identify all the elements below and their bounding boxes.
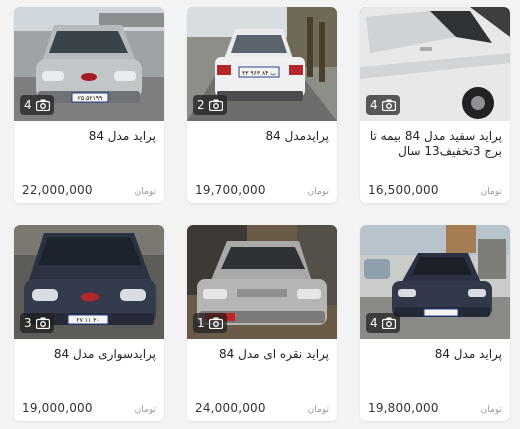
- listing-title[interactable]: پراید نقره ای مدل 84: [193, 347, 329, 362]
- photo-count-badge: 4: [366, 95, 400, 115]
- photo-count: 4: [370, 316, 378, 330]
- listing-card[interactable]: ۳۳ ۹۶۳ ب ۸۴ 2 پرایدمدل 84 19,700,000 توم…: [187, 7, 337, 203]
- listing-card[interactable]: ۲۷ ۱۱ ۳۰ 3 پرایدسواری مدل 84 19,000,000 …: [14, 225, 164, 421]
- listing-price: 19,000,000: [22, 401, 93, 415]
- photo-count-badge: 2: [193, 95, 227, 115]
- photo-count-badge: 1: [193, 313, 227, 333]
- photo-count: 3: [24, 316, 32, 330]
- listing-title[interactable]: پراید مدل 84: [366, 347, 502, 362]
- photo-count-badge: 4: [366, 313, 400, 333]
- listing-card[interactable]: ۲۵ ۵۲۱۹۹ 4 پراید مدل 84 22,000,000 تومان: [14, 7, 164, 203]
- listing-price: 19,800,000: [368, 401, 439, 415]
- camera-icon: [208, 99, 223, 111]
- photo-count: 2: [197, 98, 205, 112]
- photo-count: 4: [24, 98, 32, 112]
- currency-label: تومان: [307, 187, 329, 197]
- listing-photo[interactable]: 4: [360, 225, 510, 339]
- listing-title[interactable]: پراید مدل 84: [20, 129, 156, 144]
- camera-icon: [381, 317, 396, 329]
- price-row: 16,500,000 تومان: [368, 183, 502, 197]
- camera-icon: [35, 99, 50, 111]
- currency-label: تومان: [480, 405, 502, 415]
- listing-photo[interactable]: ۲۵ ۵۲۱۹۹ 4: [14, 7, 164, 121]
- currency-label: تومان: [307, 405, 329, 415]
- photo-count-badge: 4: [20, 95, 54, 115]
- camera-icon: [35, 317, 50, 329]
- listing-photo[interactable]: 1: [187, 225, 337, 339]
- price-row: 19,000,000 تومان: [22, 401, 156, 415]
- listing-grid: ۲۵ ۵۲۱۹۹ 4 پراید مدل 84 22,000,000 تومان: [0, 0, 520, 429]
- currency-label: تومان: [134, 187, 156, 197]
- price-row: 19,800,000 تومان: [368, 401, 502, 415]
- camera-icon: [208, 317, 223, 329]
- listing-card[interactable]: 1 پراید نقره ای مدل 84 24,000,000 تومان: [187, 225, 337, 421]
- currency-label: تومان: [480, 187, 502, 197]
- listing-photo[interactable]: ۲۷ ۱۱ ۳۰ 3: [14, 225, 164, 339]
- listing-card[interactable]: 4 پراید مدل 84 19,800,000 تومان: [360, 225, 510, 421]
- photo-count: 4: [370, 98, 378, 112]
- listing-title[interactable]: پرایدمدل 84: [193, 129, 329, 144]
- listing-card[interactable]: 4 پراید سفید مدل 84 بیمه تا برج 3تخفیف13…: [360, 7, 510, 203]
- camera-icon: [381, 99, 396, 111]
- plate-text: ۳۳ ۹۶۳ ب ۸۴: [242, 70, 276, 77]
- price-row: 22,000,000 تومان: [22, 183, 156, 197]
- listing-photo[interactable]: 4: [360, 7, 510, 121]
- listing-title[interactable]: پراید سفید مدل 84 بیمه تا برج 3تخفیف13 س…: [366, 129, 502, 159]
- listing-photo[interactable]: ۳۳ ۹۶۳ ب ۸۴ 2: [187, 7, 337, 121]
- photo-count-badge: 3: [20, 313, 54, 333]
- listing-price: 19,700,000: [195, 183, 266, 197]
- currency-label: تومان: [134, 405, 156, 415]
- listing-price: 22,000,000: [22, 183, 93, 197]
- listing-price: 24,000,000: [195, 401, 266, 415]
- price-row: 19,700,000 تومان: [195, 183, 329, 197]
- photo-count: 1: [197, 316, 205, 330]
- plate-text: ۲۵ ۵۲۱۹۹: [78, 95, 102, 102]
- plate-text: ۲۷ ۱۱ ۳۰: [76, 317, 99, 324]
- price-row: 24,000,000 تومان: [195, 401, 329, 415]
- listing-title[interactable]: پرایدسواری مدل 84: [20, 347, 156, 362]
- listing-price: 16,500,000: [368, 183, 439, 197]
